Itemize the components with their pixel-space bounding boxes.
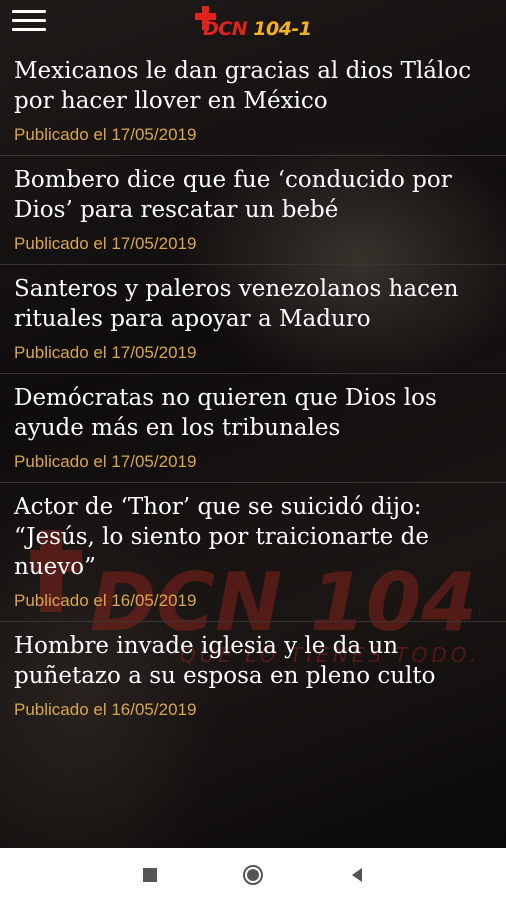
menu-icon[interactable] (12, 10, 46, 34)
article-date: Publicado el 17/05/2019 (14, 125, 197, 144)
home-icon[interactable] (242, 864, 264, 886)
back-icon[interactable] (346, 864, 368, 886)
system-navigation-bar (0, 848, 506, 900)
article-title: Hombre invade iglesia y le da un puñetaz… (14, 633, 436, 689)
article-date: Publicado el 16/05/2019 (14, 700, 197, 719)
article-date: Publicado el 17/05/2019 (14, 452, 197, 471)
article-title: Mexicanos le dan gracias al dios Tláloc … (14, 58, 472, 114)
list-item[interactable]: Demócratas no quieren que Dios los ayude… (0, 374, 506, 483)
article-title: Demócratas no quieren que Dios los ayude… (14, 385, 437, 441)
logo-number: 104-1 (253, 18, 312, 40)
recent-apps-icon[interactable] (139, 864, 161, 886)
article-date: Publicado el 17/05/2019 (14, 234, 197, 253)
article-date: Publicado el 17/05/2019 (14, 343, 197, 362)
logo-brand: DCN (203, 18, 248, 40)
logo-text: DCN 104-1 (203, 18, 312, 40)
article-title: Bombero dice que fue ‘conducido por Dios… (14, 167, 452, 223)
article-title: Actor de ‘Thor’ que se suicidó dijo: “Je… (14, 494, 429, 580)
article-date: Publicado el 16/05/2019 (14, 591, 197, 610)
top-app-bar: DCN 104-1 (0, 0, 506, 46)
list-item[interactable]: Santeros y paleros venezolanos hacen rit… (0, 265, 506, 374)
article-list: Mexicanos le dan gracias al dios Tláloc … (0, 47, 506, 730)
article-title: Santeros y paleros venezolanos hacen rit… (14, 276, 459, 332)
list-item[interactable]: Bombero dice que fue ‘conducido por Dios… (0, 156, 506, 265)
list-item[interactable]: Actor de ‘Thor’ que se suicidó dijo: “Je… (0, 483, 506, 622)
app-logo: DCN 104-1 (193, 4, 323, 42)
list-item[interactable]: Mexicanos le dan gracias al dios Tláloc … (0, 47, 506, 156)
list-item[interactable]: Hombre invade iglesia y le da un puñetaz… (0, 622, 506, 730)
